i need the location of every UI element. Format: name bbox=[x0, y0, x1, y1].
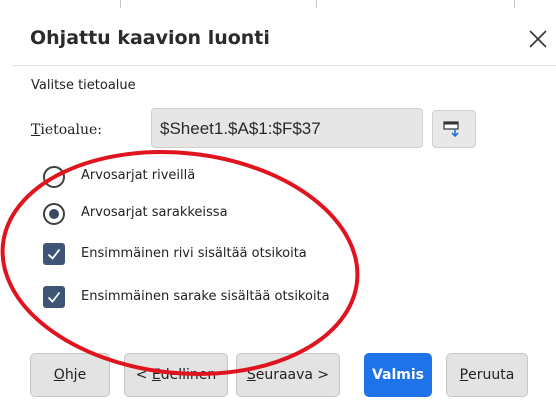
checkbox-first-row-headers[interactable] bbox=[43, 243, 65, 265]
section-label: Valitse tietoalue bbox=[31, 78, 136, 93]
next-mnemonic: S bbox=[246, 367, 256, 383]
title-bar: Ohjattu kaavion luonti bbox=[0, 8, 556, 60]
range-label: Tietoalue: bbox=[31, 122, 102, 138]
back-mnemonic: E bbox=[151, 367, 161, 383]
range-label-text: ietoalue: bbox=[40, 122, 103, 138]
cancel-label: eruuta bbox=[468, 367, 515, 383]
checkbox-first-column-headers[interactable] bbox=[43, 286, 65, 308]
chart-wizard-dialog: Ohjattu kaavion luonti Valitse tietoalue… bbox=[0, 0, 556, 416]
checkbox-label-first-row: Ensimmäinen rivi sisältää otsikoita bbox=[81, 246, 307, 261]
help-mnemonic: O bbox=[53, 367, 65, 383]
sheet-gridline bbox=[316, 0, 317, 8]
radio-series-in-rows[interactable] bbox=[43, 166, 65, 188]
back-prefix: < bbox=[135, 367, 152, 383]
data-range-input[interactable]: $Sheet1.$A$1:$F$37 bbox=[151, 108, 423, 148]
help-label: hje bbox=[64, 367, 87, 383]
cancel-button[interactable]: Peruuta bbox=[446, 353, 528, 397]
sheet-gridline bbox=[120, 0, 121, 8]
range-label-mnemonic: T bbox=[31, 122, 41, 138]
close-icon[interactable] bbox=[528, 29, 548, 49]
next-label: euraava > bbox=[255, 367, 330, 383]
radio-series-in-columns[interactable] bbox=[43, 203, 65, 225]
cancel-mnemonic: P bbox=[459, 367, 469, 383]
dialog-title: Ohjattu kaavion luonti bbox=[30, 27, 270, 49]
checkmark-icon bbox=[47, 248, 61, 260]
radio-label-rows: Arvosarjat riveillä bbox=[81, 168, 196, 183]
title-separator bbox=[12, 65, 556, 66]
checkbox-label-first-column: Ensimmäinen sarake sisältää otsikoita bbox=[81, 289, 330, 304]
help-button[interactable]: Ohje bbox=[30, 353, 110, 397]
radio-label-columns: Arvosarjat sarakkeissa bbox=[81, 205, 228, 220]
finish-button[interactable]: Valmis bbox=[364, 353, 432, 397]
checkmark-icon bbox=[47, 291, 61, 303]
shrink-dialog-button[interactable] bbox=[432, 110, 476, 148]
next-button[interactable]: Seuraava > bbox=[236, 353, 340, 397]
back-label: dellinen bbox=[160, 367, 217, 383]
sheet-gridline bbox=[514, 0, 515, 8]
background-sheet-strip bbox=[0, 0, 556, 8]
finish-label: Valmis bbox=[371, 367, 425, 383]
back-button[interactable]: < Edellinen bbox=[124, 353, 228, 397]
